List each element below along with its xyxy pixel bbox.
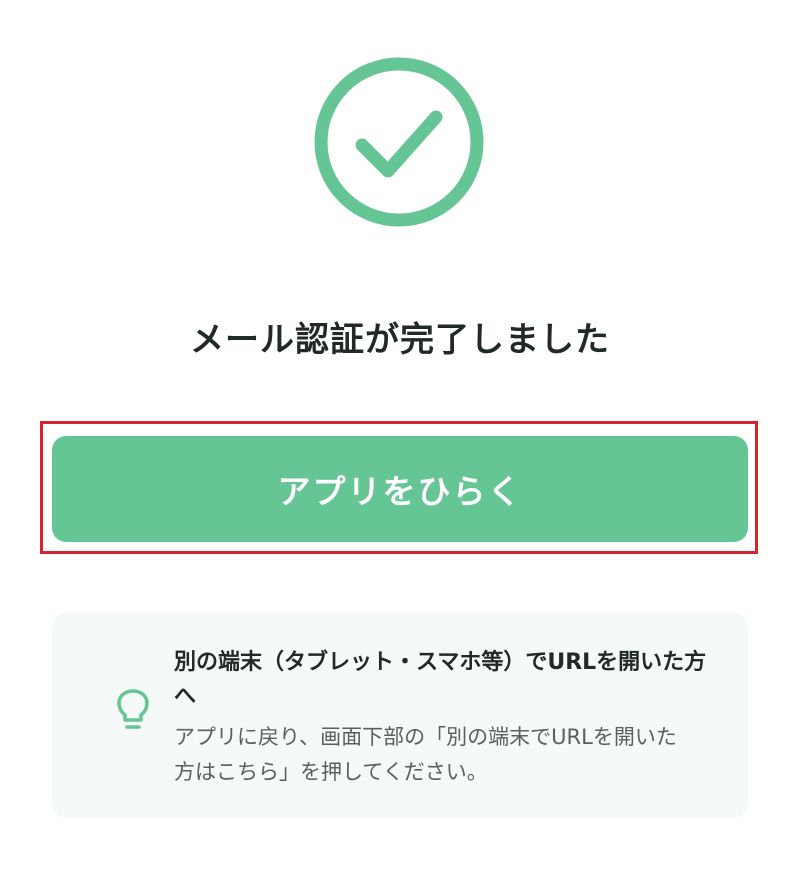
page-title: メール認証が完了しました [190, 320, 610, 360]
info-box: 別の端末（タブレット・スマホ等）でURLを開いた方へ アプリに戻り、画面下部の「… [52, 612, 748, 818]
check-circle-icon [314, 57, 484, 227]
info-body: アプリに戻り、画面下部の「別の端末でURLを開いた方はこちら」を押してください。 [174, 725, 677, 784]
lightbulb-icon [117, 689, 149, 729]
info-heading: 別の端末（タブレット・スマホ等）でURLを開いた方へ [174, 650, 707, 709]
open-app-button[interactable]: アプリをひらく [52, 436, 748, 542]
email-verified-screen: メール認証が完了しました アプリをひらく 別の端末（タブレット・スマホ等）でUR… [0, 0, 800, 885]
